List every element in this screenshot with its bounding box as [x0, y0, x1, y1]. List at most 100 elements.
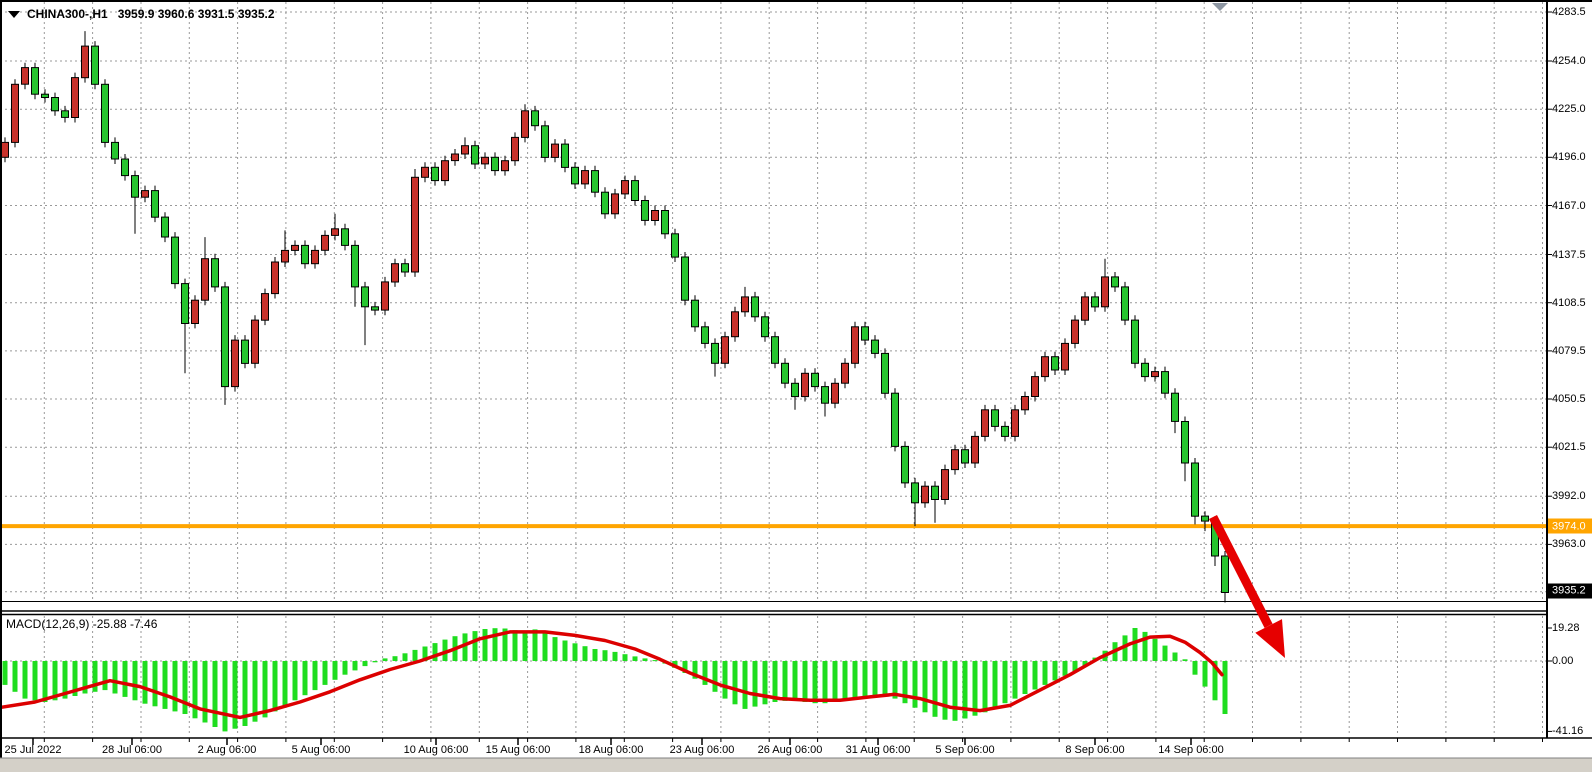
macd-axis-label: 0.00	[1552, 655, 1573, 667]
candle-body	[672, 234, 679, 257]
macd-histogram-bar	[153, 661, 158, 706]
candle-body	[242, 340, 249, 363]
candle-body	[82, 46, 89, 78]
support-line-price-tag: 3974.0	[1548, 519, 1592, 534]
macd-histogram-bar	[3, 661, 8, 685]
macd-axis-label: -41.16	[1552, 725, 1583, 737]
candle-body	[22, 68, 29, 85]
candle-body	[1132, 320, 1139, 363]
candle-body	[562, 144, 569, 167]
candle-body	[772, 337, 779, 364]
macd-histogram-bar	[1173, 653, 1178, 662]
macd-histogram-bar	[493, 628, 498, 661]
candle-body	[362, 287, 369, 307]
candle-body	[312, 250, 319, 263]
price-axis-label: 4108.5	[1552, 297, 1586, 309]
candle-body	[842, 363, 849, 383]
candle-body	[1012, 410, 1019, 437]
candle-body	[392, 264, 399, 282]
price-axis-label: 4021.5	[1552, 441, 1586, 453]
candle-body	[462, 146, 469, 154]
macd-histogram-bar	[813, 661, 818, 703]
candle-body	[1022, 397, 1029, 410]
price-axis[interactable]: 4283.54254.04225.04196.04167.04137.54108…	[1548, 0, 1592, 758]
macd-histogram-bar	[1163, 646, 1168, 661]
macd-histogram-bar	[1183, 659, 1188, 661]
macd-histogram-bar	[883, 661, 888, 696]
candle-body	[252, 320, 259, 363]
candle-body	[612, 194, 619, 214]
macd-histogram-bar	[573, 643, 578, 661]
price-axis-label: 4283.5	[1552, 6, 1586, 18]
candle-body	[212, 259, 219, 287]
price-axis-label: 4050.5	[1552, 393, 1586, 405]
price-axis-label: 4079.5	[1552, 345, 1586, 357]
macd-histogram-bar	[973, 661, 978, 716]
chart-shift-marker-icon[interactable]	[1212, 3, 1228, 11]
date-axis-label: 31 Aug 06:00	[846, 744, 911, 756]
candle-body	[702, 327, 709, 344]
candle-body	[862, 327, 869, 340]
candle-body	[792, 383, 799, 396]
candle-body	[742, 297, 749, 312]
candle-body	[142, 191, 149, 198]
macd-histogram-bar	[183, 661, 188, 714]
candle-body	[1142, 363, 1149, 376]
candle-body	[292, 245, 299, 250]
macd-histogram-bar	[313, 661, 318, 690]
macd-histogram-bar	[333, 661, 338, 680]
candle-body	[412, 177, 419, 272]
macd-histogram-bar	[263, 661, 268, 717]
date-axis-label: 8 Sep 06:00	[1065, 744, 1124, 756]
chart-canvas[interactable]	[0, 0, 1592, 772]
date-axis-label: 18 Aug 06:00	[579, 744, 644, 756]
candle-body	[882, 353, 889, 393]
trading-terminal-window: CHINA300-,H1 3959.9 3960.6 3931.5 3935.2…	[0, 0, 1592, 772]
candle-body	[422, 167, 429, 177]
macd-histogram-bar	[1143, 632, 1148, 661]
candle-body	[762, 317, 769, 337]
candle-body	[72, 78, 79, 118]
macd-histogram-bar	[33, 661, 38, 700]
macd-histogram-bar	[913, 661, 918, 708]
macd-histogram-bar	[513, 630, 518, 661]
macd-histogram-bar	[983, 661, 988, 712]
date-axis-label: 5 Sep 06:00	[935, 744, 994, 756]
candle-body	[622, 181, 629, 194]
macd-histogram-bar	[1043, 661, 1048, 685]
candle-body	[992, 410, 999, 427]
macd-histogram-bar	[1003, 661, 1008, 703]
candle-body	[1072, 320, 1079, 343]
macd-histogram-bar	[483, 629, 488, 661]
candle-body	[272, 262, 279, 294]
macd-histogram-bar	[353, 661, 358, 670]
candle-body	[692, 300, 699, 327]
candle-body	[552, 144, 559, 157]
candle-body	[802, 373, 809, 396]
candle-body	[642, 201, 649, 221]
candle-body	[2, 142, 9, 157]
macd-histogram-bar	[633, 656, 638, 661]
macd-histogram-bar	[603, 650, 608, 661]
candle-body	[1082, 297, 1089, 320]
candle-body	[1202, 516, 1209, 521]
macd-histogram-bar	[393, 656, 398, 661]
macd-histogram-bar	[273, 661, 278, 711]
candle-body	[682, 257, 689, 300]
candle-body	[1122, 287, 1129, 320]
candle-body	[342, 229, 349, 246]
macd-histogram-bar	[223, 661, 228, 731]
time-axis[interactable]: 25 Jul 202228 Jul 06:002 Aug 06:005 Aug …	[0, 738, 1548, 758]
macd-histogram-bar	[823, 661, 828, 703]
macd-histogram-bar	[793, 661, 798, 701]
macd-histogram-bar	[783, 661, 788, 701]
macd-histogram-bar	[113, 661, 118, 694]
candle-body	[402, 264, 409, 272]
candle-body	[232, 340, 239, 387]
candle-body	[732, 312, 739, 337]
symbol-dropdown-icon[interactable]	[8, 11, 20, 18]
macd-histogram-bar	[993, 661, 998, 708]
macd-histogram-bar	[163, 661, 168, 709]
candle-body	[432, 167, 439, 180]
candle-body	[352, 245, 359, 287]
